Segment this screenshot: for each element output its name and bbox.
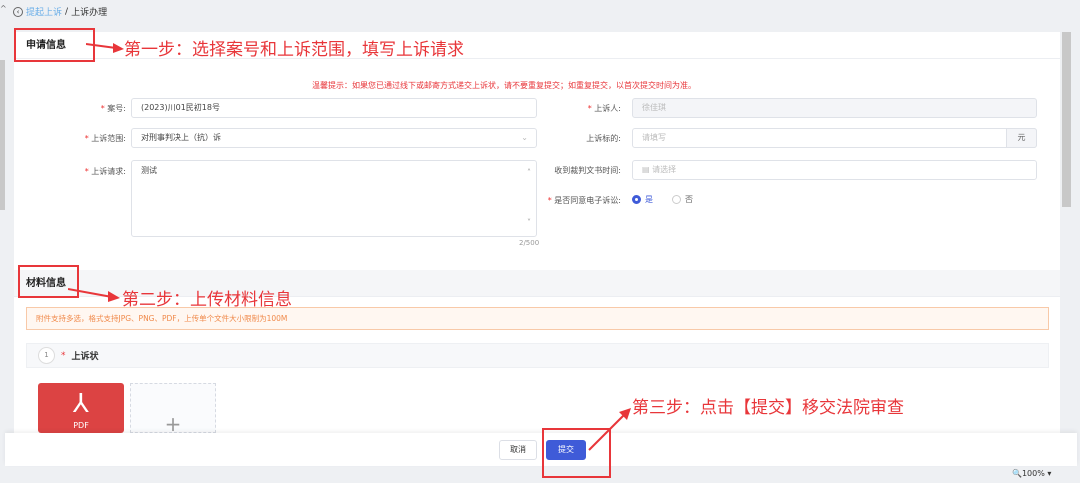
receive-time-picker[interactable]: ▤ 请选择 [632,160,1037,180]
appellant-label: * 上诉人: [587,104,621,113]
scope-value: 对刑事判决上（抗）诉 [141,133,221,142]
appellant-input: 徐佳琪 [632,98,1037,118]
breadcrumb-current: 上诉办理 [71,8,108,18]
request-label: * 上诉请求: [84,167,126,176]
request-textarea[interactable]: 测试 [131,160,537,237]
pdf-file-thumbnail[interactable]: ⅄ PDF [38,383,124,433]
amount-input[interactable]: 请填写 [632,128,1037,148]
cancel-button[interactable]: 取消 [499,440,537,460]
annotation-arrow-step3 [588,408,631,451]
radio-yes[interactable]: 是 [632,194,653,205]
breadcrumb-separator: / [65,6,69,17]
material-title: 上诉状 [71,352,99,362]
breadcrumb-parent-link[interactable]: 提起上诉 [26,5,62,18]
footer-bar [5,433,1077,466]
scroll-up-icon[interactable]: ^ [0,4,7,13]
e-litigation-label: * 是否同意电子诉讼: [547,196,621,205]
annotation-box-step1 [14,28,95,62]
amount-label: 上诉标的: [586,134,621,143]
amount-unit: 元 [1006,128,1037,148]
annotation-step1: 第一步：选择案号和上诉范围，填写上诉请求 [124,40,464,60]
top-bar [0,0,1080,24]
warning-notice: 温馨提示：如果您已通过线下或邮寄方式递交上诉状，请不要重复提交；如重复提交，以首… [312,81,696,90]
right-scrollbar[interactable] [1062,32,1071,207]
annotation-step2: 第二步：上传材料信息 [122,290,292,310]
case-no-input[interactable]: (2023)川01民初18号 [131,98,537,118]
scope-select[interactable]: 对刑事判决上（抗）诉 ⌄ [131,128,537,148]
receive-time-label: 收到裁判文书时间: [554,166,621,175]
back-icon[interactable]: ‹ [13,6,23,17]
calendar-icon: ▤ [642,165,653,174]
left-scrollbar[interactable] [0,60,5,210]
material-header: 1 * 上诉状 [26,343,1049,368]
case-no-label: * 案号: [100,104,126,113]
annotation-arrow-step2 [68,288,120,302]
char-counter: 2/500 [519,239,540,247]
upload-notice: 附件支持多选，格式支持JPG、PNG、PDF，上传单个文件大小限制为100M [26,307,1049,330]
zoom-level[interactable]: 🔍100% ▾ [1012,469,1051,478]
pdf-icon: ⅄ [73,389,89,419]
scope-label: * 上诉范围: [84,134,126,143]
add-file-button[interactable]: + [130,383,216,436]
breadcrumb: ‹ 提起上诉 / 上诉办理 [13,5,107,18]
radio-no[interactable]: 否 [672,194,693,205]
textarea-scroll-down-icon[interactable]: ˅ [527,218,531,227]
annotation-arrow-step1 [86,43,124,53]
material-index: 1 [38,347,55,364]
file-type-label: PDF [73,421,89,430]
annotation-step3: 第三步：点击【提交】移交法院审查 [632,398,904,418]
